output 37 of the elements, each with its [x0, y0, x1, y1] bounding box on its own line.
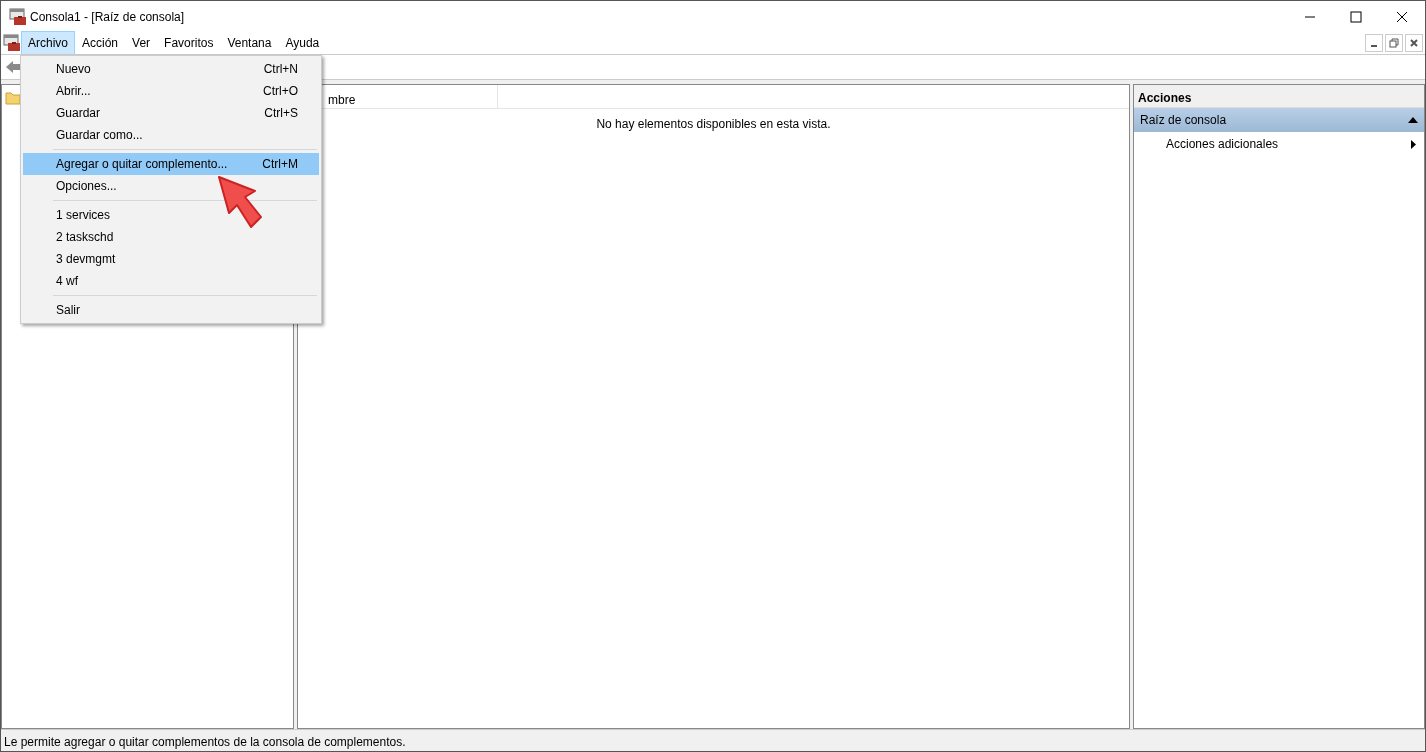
menu-item[interactable]: Archivo — [21, 30, 75, 55]
minimize-button[interactable] — [1365, 33, 1383, 52]
pane-title: Acciones — [1138, 91, 1192, 105]
menu-item[interactable]: 4 wf — [23, 270, 319, 292]
menu-item[interactable]: Guardar Ctrl+S — [23, 102, 319, 124]
back-arrow-icon[interactable] — [5, 60, 21, 74]
window-title: Consola1 - [Raíz de consola] — [30, 8, 185, 26]
menu-item[interactable]: Acción — [75, 30, 126, 55]
status-text: Le permite agregar o quitar complementos de la consola de complementos. — [4, 735, 406, 749]
restore-button[interactable] — [1385, 33, 1403, 52]
console-icon — [9, 7, 27, 26]
close-button[interactable] — [1405, 33, 1423, 52]
menu-item[interactable]: Opciones... — [23, 175, 319, 197]
menu-item[interactable]: 3 devmgmt — [23, 248, 319, 270]
menu-item[interactable]: Nuevo Ctrl+N — [23, 58, 319, 80]
menu-item[interactable]: Guardar como... — [23, 124, 319, 146]
submenu-arrow-icon — [1411, 139, 1416, 149]
menu-item[interactable]: Ventana — [220, 30, 279, 55]
minimize-icon — [1371, 44, 1377, 47]
empty-message: No hay elementos disponibles en esta vista. — [596, 117, 831, 131]
menu-item[interactable]: Ayuda — [278, 30, 327, 55]
menu-item[interactable]: Abrir... Ctrl+O — [23, 80, 319, 102]
collapse-icon[interactable] — [1408, 117, 1418, 123]
close-icon — [1410, 38, 1418, 47]
action-item[interactable]: Acciones adicionales — [1134, 132, 1424, 156]
menu-item[interactable]: Ver — [125, 30, 158, 55]
column-header[interactable]: mbre — [328, 93, 356, 107]
console-icon — [3, 33, 21, 52]
restore-icon — [1389, 37, 1399, 48]
maximize-icon[interactable] — [1350, 10, 1362, 23]
menu-item[interactable]: Favoritos — [157, 30, 221, 55]
action-section-header[interactable]: Raíz de consola — [1134, 108, 1424, 132]
menu-item[interactable]: 1 services — [23, 204, 319, 226]
close-icon[interactable] — [1396, 10, 1408, 23]
menu-item[interactable]: Agregar o quitar complemento... Ctrl+M — [23, 153, 319, 175]
menu-item[interactable]: Salir — [23, 299, 319, 321]
menu-item[interactable]: 2 taskschd — [23, 226, 319, 248]
